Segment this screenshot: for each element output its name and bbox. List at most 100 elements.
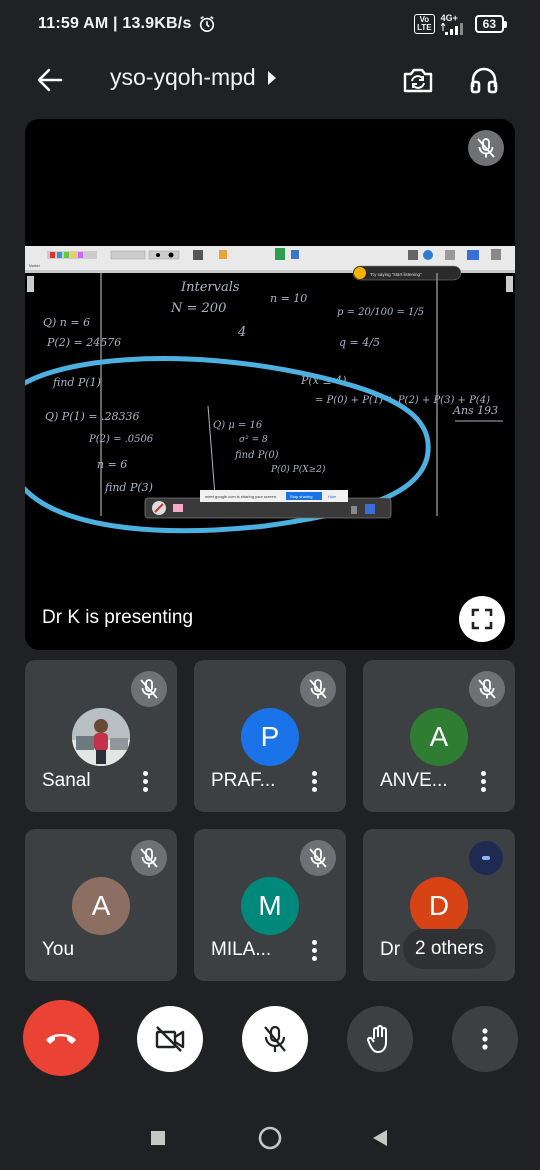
avatar-initial: M — [258, 890, 282, 921]
system-nav-bar — [0, 1110, 540, 1166]
participant-tile[interactable]: M MILA... — [194, 829, 346, 981]
hand-icon — [367, 1025, 387, 1054]
switch-camera-icon — [403, 68, 433, 93]
avatar: A — [410, 708, 468, 766]
participant-more-button[interactable] — [473, 767, 493, 795]
others-chip[interactable]: 2 others — [403, 929, 496, 969]
participant-mute-badge — [300, 840, 336, 876]
wb-4: 4 — [237, 325, 246, 340]
phone-hangup-icon — [46, 1034, 76, 1044]
arrow-back-icon — [37, 68, 63, 92]
headphones-icon — [470, 67, 498, 94]
switch-camera-button[interactable] — [398, 60, 438, 100]
avatar-initial: P — [260, 721, 280, 752]
participant-tile[interactable]: D Dr K2 others — [363, 829, 515, 981]
dot — [480, 778, 486, 784]
mic-toggle-button[interactable] — [242, 1006, 308, 1072]
wb-p-value: p = 20/100 = 1/5 — [337, 307, 424, 318]
dot — [311, 955, 317, 961]
participant-tile[interactable]: A ANVE... — [363, 660, 515, 812]
mic-off-icon — [477, 138, 495, 158]
participant-mute-badge — [131, 671, 167, 707]
camera-toggle-button[interactable] — [137, 1006, 203, 1072]
meeting-code: yso-yqoh-mpd — [110, 64, 256, 90]
mic-off-icon — [140, 848, 158, 868]
avatar: A — [72, 877, 130, 935]
more-options-button[interactable] — [452, 1006, 518, 1072]
wb-n10: n = 10 — [270, 292, 307, 305]
speaking-indicator — [469, 841, 503, 875]
back-nav-button[interactable] — [366, 1124, 394, 1152]
recent-apps-button[interactable] — [144, 1124, 172, 1152]
dot — [311, 786, 317, 792]
audio-output-button[interactable] — [464, 60, 504, 100]
status-bar: 11:59 AM | 13.9KB/s Vo LTE 4G+ 63 — [0, 0, 540, 48]
status-time: 11:59 AM | 13.9KB/s — [38, 15, 192, 32]
dot — [142, 778, 148, 784]
avatar-initial: A — [429, 721, 449, 752]
wb-q2: Q) P(1) = .28336 — [45, 410, 140, 423]
wb-q3: Q) μ = 16 — [213, 420, 263, 431]
volte-badge: Vo LTE — [414, 14, 435, 34]
avatar: M — [241, 877, 299, 935]
triangle-icon — [373, 1130, 387, 1146]
presentation-tile[interactable]: Marker Try saying "start listening" Inte… — [25, 119, 515, 650]
audio-level-icon — [482, 856, 490, 860]
back-button[interactable] — [30, 60, 70, 100]
participant-tile[interactable]: A You — [25, 829, 177, 981]
fullscreen-icon — [471, 608, 493, 630]
wb-ans: Ans 193 — [452, 404, 498, 417]
hang-up-button[interactable] — [23, 1000, 99, 1076]
svg-text:Marker: Marker — [29, 264, 41, 268]
meeting-title[interactable]: yso-yqoh-mpd — [110, 64, 276, 91]
wb-n200: N = 200 — [170, 301, 226, 316]
participant-more-button[interactable] — [304, 936, 324, 964]
participant-more-button[interactable] — [135, 767, 155, 795]
dot — [311, 778, 317, 784]
participant-tile[interactable]: Sanal — [25, 660, 177, 812]
participant-name: MILA... — [211, 939, 272, 960]
profile-photo — [72, 708, 130, 766]
participant-name: PRAF... — [211, 770, 276, 791]
wb-q1-find: find P(1) — [52, 376, 101, 389]
shared-screen: Marker Try saying "start listening" Inte… — [25, 246, 515, 534]
participant-mute-badge — [469, 671, 505, 707]
dot — [311, 770, 317, 776]
alarm-icon — [199, 16, 214, 33]
mic-off-icon — [264, 1025, 286, 1052]
wb-intervals: Intervals — [180, 280, 240, 295]
raise-hand-button[interactable] — [347, 1006, 413, 1072]
avatar: D — [410, 877, 468, 935]
wb-q2-p2: P(2) = .0506 — [88, 434, 154, 445]
mic-off-icon — [140, 679, 158, 699]
participant-tile[interactable]: P PRAF... — [194, 660, 346, 812]
fullscreen-button[interactable] — [459, 596, 505, 642]
chevron-right-icon — [267, 70, 276, 85]
dot — [311, 939, 317, 945]
participant-name: You — [42, 939, 75, 960]
dot — [480, 770, 486, 776]
dot — [311, 947, 317, 953]
network-type: 4G+ — [440, 12, 458, 23]
participant-mute-badge — [131, 840, 167, 876]
signal-indicator: 4G+ — [440, 12, 469, 35]
listening-hint-text: Try saying "start listening" — [370, 272, 422, 277]
more-vert-icon — [482, 1028, 488, 1050]
wb-q2-find: find P(3) — [104, 481, 153, 494]
home-button[interactable] — [256, 1124, 284, 1152]
wb-q2-n: n = 6 — [97, 458, 127, 471]
participant-more-button[interactable] — [304, 767, 324, 795]
wb-q3-find: find P(0) — [234, 450, 279, 461]
square-icon — [151, 1131, 165, 1145]
presentation-mute-badge — [468, 130, 504, 166]
mic-off-icon — [478, 679, 496, 699]
wb-q3-p: P(0) P(X≥2) — [270, 464, 326, 475]
avatar-initial: D — [428, 890, 450, 921]
avatar: P — [241, 708, 299, 766]
camera-off-icon — [155, 1026, 185, 1052]
stop-sharing-text: Stop sharing — [290, 494, 312, 499]
mic-off-icon — [309, 679, 327, 699]
participant-name: ANVE... — [380, 770, 448, 791]
meeting-header: yso-yqoh-mpd — [0, 50, 540, 106]
battery-icon: 63 — [474, 15, 508, 33]
